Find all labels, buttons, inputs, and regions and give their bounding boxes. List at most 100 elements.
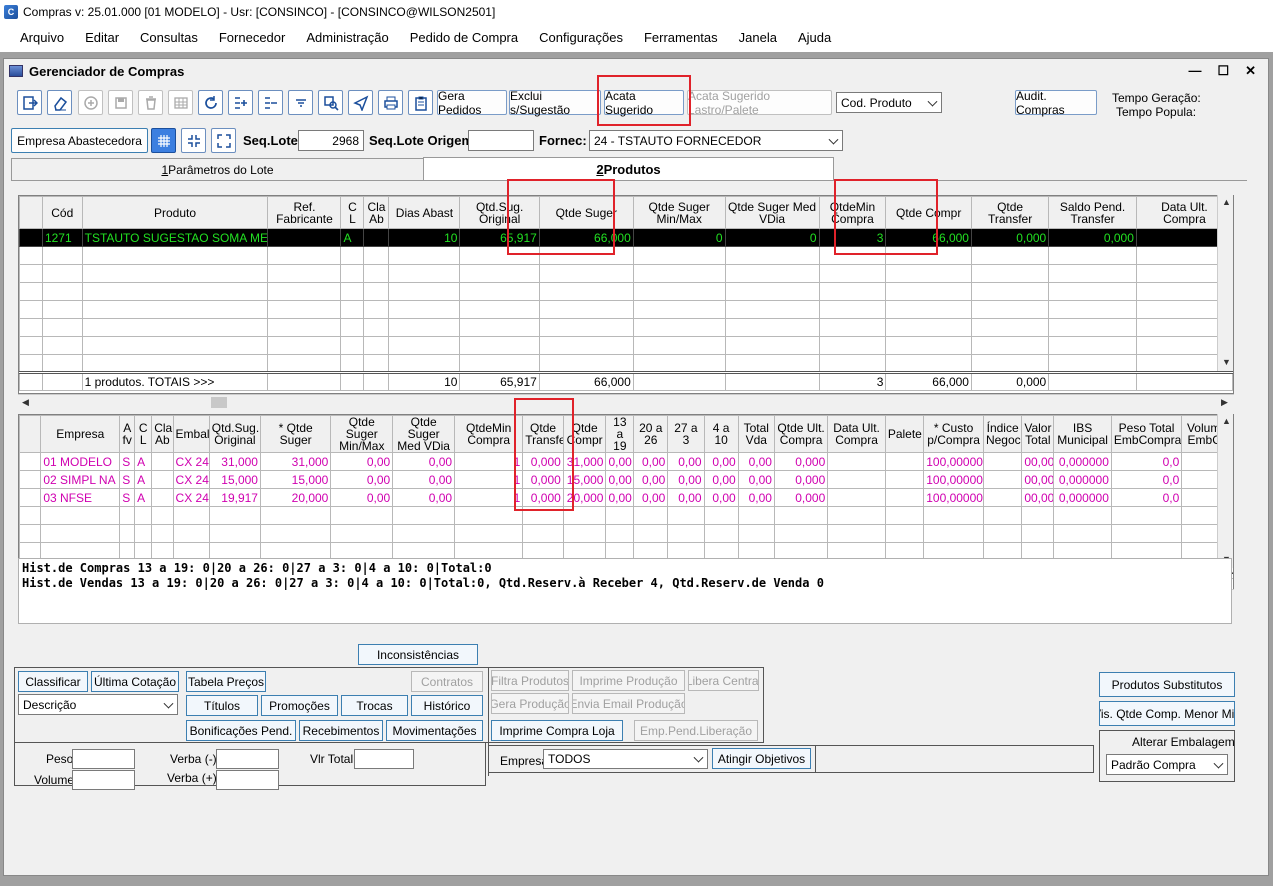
grid2-cell-8: 0,00	[392, 470, 456, 489]
classificar-button[interactable]: Classificar	[18, 671, 88, 692]
vlr-total-input[interactable]	[354, 749, 414, 769]
grid2-empty-row[interactable]	[19, 524, 1233, 543]
menu-arquivo[interactable]: Arquivo	[20, 30, 64, 45]
cod-produto-select[interactable]: Cod. Produto	[836, 92, 942, 113]
grid2-empty-cell	[827, 506, 886, 525]
maximize-button[interactable]: ☐	[1217, 63, 1229, 79]
menu-janela[interactable]: Janela	[739, 30, 777, 45]
volume-input[interactable]	[72, 770, 135, 790]
peso-input[interactable]	[72, 749, 135, 769]
close-button[interactable]: ✕	[1245, 63, 1256, 79]
titulos-button[interactable]: Títulos	[186, 695, 258, 716]
grid-view-icon[interactable]	[151, 128, 176, 153]
ultima-cotacao-button[interactable]: Última Cotação	[91, 671, 179, 692]
produtos-grid[interactable]: Cód Produto Ref. Fabricante C L Cla Ab Dias A…	[18, 195, 1234, 394]
embalagem-select[interactable]: Padrão Compra	[1106, 754, 1228, 775]
empresa-abastecedora-button[interactable]: Empresa Abastecedora	[11, 128, 148, 153]
grid2-empty-cell	[1021, 506, 1055, 525]
refresh-icon[interactable]	[198, 90, 223, 115]
grid2-empty-cell	[737, 524, 775, 543]
bonificacoes-button[interactable]: Bonificações Pend.	[186, 720, 296, 741]
grid1-selected-row[interactable]: 1271 TSTAUTO SUGESTAO SOMA MED A 10 65,917 66…	[19, 228, 1233, 247]
trocas-button[interactable]: Trocas	[341, 695, 408, 716]
menu-ajuda[interactable]: Ajuda	[798, 30, 831, 45]
add-list-icon[interactable]	[228, 90, 253, 115]
seq-lote-origem-input[interactable]	[468, 130, 534, 151]
menu-configuracoes[interactable]: Configurações	[539, 30, 623, 45]
grid1-empty-cell	[19, 354, 43, 373]
menu-pedido-de-compra[interactable]: Pedido de Compra	[410, 30, 518, 45]
fornecedor-select[interactable]: 24 - TSTAUTO FORNECEDOR	[589, 130, 843, 151]
grid1-total-14	[1135, 372, 1233, 391]
grid1-empty-row[interactable]	[19, 318, 1233, 337]
send-icon[interactable]	[348, 90, 373, 115]
grid1-totals-row[interactable]: 1 produtos. TOTAIS >>> 10 65,917 66,000 3 66,…	[19, 372, 1233, 391]
exit-icon[interactable]	[17, 90, 42, 115]
grid2-row[interactable]: 01 MODELO S A CX 24 31,000 31,000 0,00 0,00 1 0,0…	[19, 452, 1233, 471]
hscroll-thumb[interactable]	[211, 397, 227, 408]
expand-icon[interactable]	[211, 128, 236, 153]
grid1-empty-row[interactable]	[19, 300, 1233, 319]
menu-administracao[interactable]: Administração	[306, 30, 388, 45]
menu-fornecedor[interactable]: Fornecedor	[219, 30, 285, 45]
empresas-grid-vscroll[interactable]: ▲▼	[1217, 414, 1233, 568]
grid1-header-row[interactable]: Cód Produto Ref. Fabricante C L Cla Ab Dias A…	[19, 196, 1233, 229]
grid1-empty-row[interactable]	[19, 336, 1233, 355]
grid2-empty-cell	[923, 506, 984, 525]
tabela-precos-button[interactable]: Tabela Preços	[186, 671, 266, 692]
grid1-cell-1: TSTAUTO SUGESTAO SOMA MED	[81, 228, 269, 247]
grid1-empty-cell	[81, 282, 269, 301]
recebimentos-button[interactable]: Recebimentos	[299, 720, 383, 741]
menu-consultas[interactable]: Consultas	[140, 30, 198, 45]
search-box-icon[interactable]	[318, 90, 343, 115]
grid1-cell-2	[267, 228, 342, 247]
grid2-empty-row[interactable]	[19, 506, 1233, 525]
grid2-cell-13: 0,00	[633, 488, 669, 507]
promocoes-button[interactable]: Promoções	[261, 695, 338, 716]
tab-produtos[interactable]: 2 Produtos	[423, 157, 834, 181]
produtos-substitutos-button[interactable]: Produtos Substitutos	[1099, 672, 1235, 697]
gera-pedidos-button[interactable]: Gera Pedidos	[437, 89, 507, 117]
menu-editar[interactable]: Editar	[85, 30, 119, 45]
print-icon[interactable]	[378, 90, 403, 115]
grid1-empty-row[interactable]	[19, 354, 1233, 373]
atingir-objetivos-button[interactable]: Atingir Objetivos	[712, 748, 811, 769]
grid1-total-6: 65,917	[459, 372, 540, 391]
grid1-empty-row[interactable]	[19, 282, 1233, 301]
inconsistencias-button[interactable]: Inconsistências	[358, 644, 478, 665]
grid2-cell-24: 0,0	[1110, 488, 1183, 507]
empresa-select[interactable]: TODOS	[543, 749, 708, 769]
verba-mais-input[interactable]	[216, 770, 279, 790]
clipboard-icon[interactable]	[408, 90, 433, 115]
grid1-empty-row[interactable]	[19, 264, 1233, 283]
classificar-select[interactable]: Descrição	[18, 694, 178, 715]
imprime-compra-loja-button[interactable]: Imprime Compra Loja	[491, 720, 623, 741]
grid1-total-5: 10	[388, 372, 461, 391]
historico-button[interactable]: Histórico	[411, 695, 483, 716]
grid2-cell-6: 15,000	[259, 470, 332, 489]
audit-compras-button[interactable]: Audit. Compras	[1015, 89, 1097, 117]
produtos-grid-vscroll[interactable]: ▲ ▼	[1217, 195, 1233, 371]
tab-parametros-lote[interactable]: 1 Parâmetros do Lote	[11, 158, 424, 180]
exclui-sugestao-button[interactable]: Exclui s/Sugestão	[509, 89, 601, 117]
grid1-empty-cell	[41, 300, 83, 319]
produtos-grid-hscroll[interactable]: ◀ ▶	[18, 394, 1234, 410]
menu-ferramentas[interactable]: Ferramentas	[644, 30, 718, 45]
verba-menos-input[interactable]	[216, 749, 279, 769]
grid2-row[interactable]: 03 NFSE S A CX 24 19,917 20,000 0,00 0,00 1 0,000…	[19, 488, 1233, 507]
grid1-header-9: Qtde Suger Med VDia	[724, 196, 820, 229]
grid1-empty-cell	[363, 318, 390, 337]
filter-icon[interactable]	[288, 90, 313, 115]
grid2-header-row[interactable]: Empresa A fv C L Cla Ab Embal Qtd.Sug. Origin…	[19, 415, 1233, 453]
minimize-button[interactable]: —	[1188, 63, 1201, 79]
eraser-icon[interactable]	[47, 90, 72, 115]
grid1-empty-row[interactable]	[19, 246, 1233, 265]
collapse-icon[interactable]	[181, 128, 206, 153]
seq-lote-input[interactable]: 2968	[298, 130, 364, 151]
vis-qtde-comp-button[interactable]: Vis. Qtde Comp. Menor Min	[1099, 701, 1235, 726]
remove-list-icon[interactable]	[258, 90, 283, 115]
acata-sugerido-button[interactable]: Acata Sugerido	[604, 89, 684, 117]
grid2-header-9: QtdeMin Compra	[454, 415, 524, 453]
grid2-row[interactable]: 02 SIMPL NA S A CX 24 15,000 15,000 0,00 0,00 1 0…	[19, 470, 1233, 489]
movimentacoes-button[interactable]: Movimentações	[386, 720, 483, 741]
